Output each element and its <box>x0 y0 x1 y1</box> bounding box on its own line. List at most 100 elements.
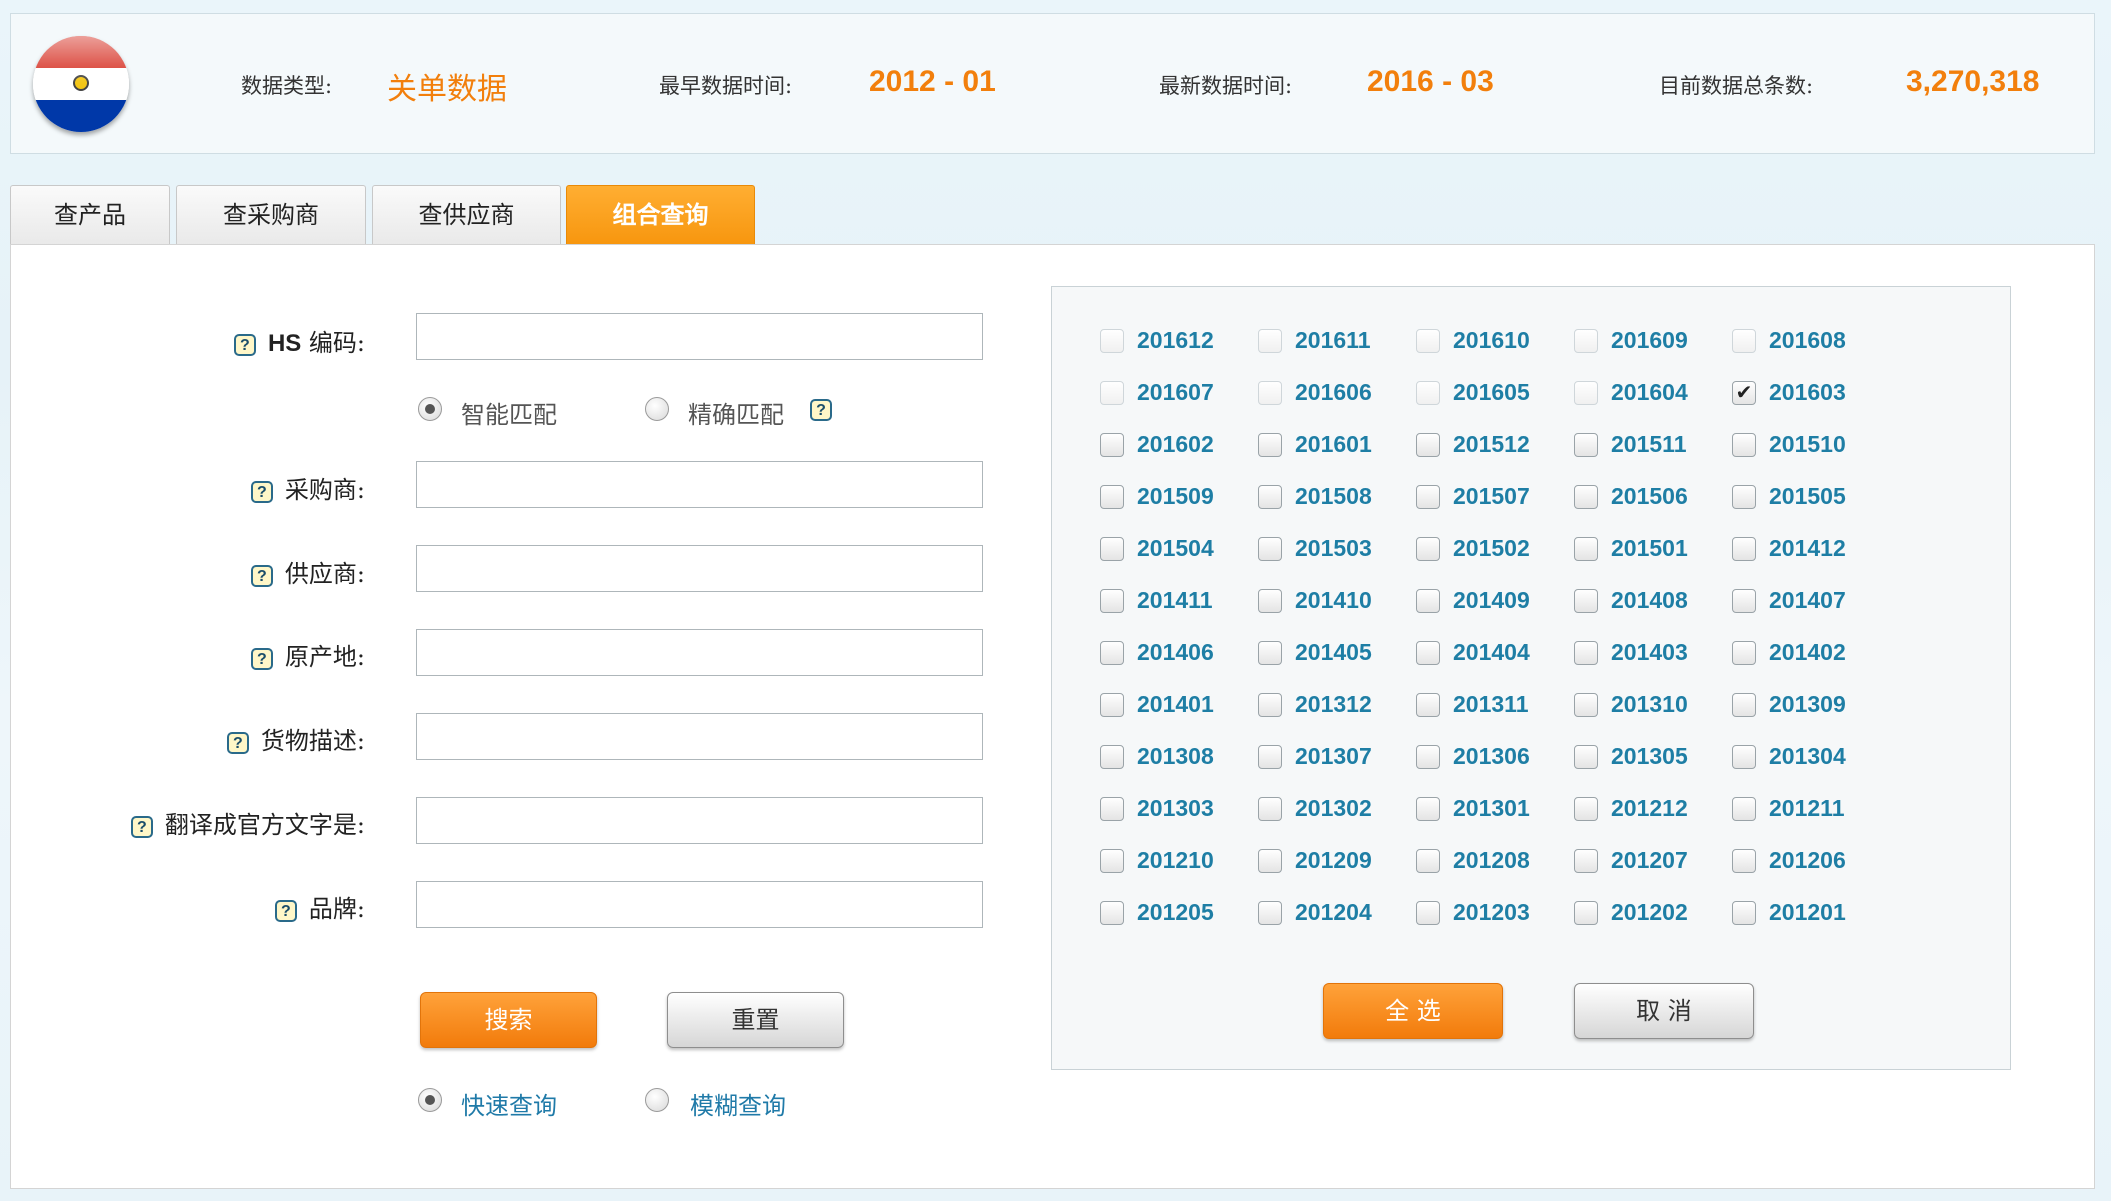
month-checkbox[interactable] <box>1574 485 1598 509</box>
month-checkbox[interactable] <box>1100 485 1124 509</box>
help-icon[interactable]: ? <box>250 480 273 503</box>
month-option[interactable]: 201209 <box>1258 847 1408 877</box>
month-checkbox[interactable] <box>1732 849 1756 873</box>
month-checkbox[interactable] <box>1258 589 1282 613</box>
month-option[interactable]: 201307 <box>1258 743 1408 773</box>
month-checkbox[interactable] <box>1732 537 1756 561</box>
month-option[interactable]: 201308 <box>1100 743 1250 773</box>
month-option[interactable]: 201201 <box>1732 899 1882 929</box>
supplier-input[interactable] <box>416 545 983 592</box>
help-icon[interactable]: ? <box>250 564 273 587</box>
month-option[interactable]: 201206 <box>1732 847 1882 877</box>
month-option[interactable]: 201302 <box>1258 795 1408 825</box>
month-option[interactable]: 201509 <box>1100 483 1250 513</box>
month-checkbox[interactable] <box>1100 329 1124 353</box>
month-checkbox[interactable] <box>1258 745 1282 769</box>
month-checkbox[interactable] <box>1574 745 1598 769</box>
month-option[interactable]: 201611 <box>1258 327 1408 357</box>
help-icon[interactable]: ? <box>226 731 249 754</box>
month-checkbox[interactable] <box>1100 797 1124 821</box>
month-checkbox[interactable] <box>1258 849 1282 873</box>
month-option[interactable]: 201402 <box>1732 639 1882 669</box>
month-checkbox[interactable] <box>1416 849 1440 873</box>
select-all-button[interactable]: 全 选 <box>1323 983 1503 1039</box>
month-checkbox[interactable] <box>1416 901 1440 925</box>
month-option[interactable]: 201508 <box>1258 483 1408 513</box>
month-checkbox[interactable] <box>1416 693 1440 717</box>
month-option[interactable]: 201504 <box>1100 535 1250 565</box>
month-checkbox[interactable] <box>1732 693 1756 717</box>
month-option[interactable]: 201604 <box>1574 379 1724 409</box>
month-option[interactable]: ✔ 201603 <box>1732 379 1882 409</box>
month-checkbox[interactable] <box>1100 745 1124 769</box>
month-option[interactable]: 201203 <box>1416 899 1566 929</box>
month-option[interactable]: 201506 <box>1574 483 1724 513</box>
month-checkbox[interactable] <box>1258 797 1282 821</box>
month-option[interactable]: 201610 <box>1416 327 1566 357</box>
month-checkbox[interactable] <box>1100 901 1124 925</box>
fast-query-radio[interactable] <box>418 1088 442 1112</box>
month-option[interactable]: 201511 <box>1574 431 1724 461</box>
month-checkbox[interactable] <box>1258 641 1282 665</box>
month-option[interactable]: 201501 <box>1574 535 1724 565</box>
hs-code-input[interactable] <box>416 313 983 360</box>
month-checkbox[interactable] <box>1100 693 1124 717</box>
reset-button[interactable]: 重置 <box>667 992 844 1048</box>
month-option[interactable]: 201303 <box>1100 795 1250 825</box>
month-checkbox[interactable] <box>1732 641 1756 665</box>
month-checkbox[interactable] <box>1416 797 1440 821</box>
month-checkbox[interactable] <box>1416 329 1440 353</box>
month-option[interactable]: 201412 <box>1732 535 1882 565</box>
month-option[interactable]: 201310 <box>1574 691 1724 721</box>
month-checkbox[interactable] <box>1100 641 1124 665</box>
month-option[interactable]: 201311 <box>1416 691 1566 721</box>
month-checkbox[interactable] <box>1416 381 1440 405</box>
month-checkbox[interactable] <box>1732 901 1756 925</box>
month-checkbox[interactable] <box>1416 537 1440 561</box>
origin-input[interactable] <box>416 629 983 676</box>
month-option[interactable]: 201406 <box>1100 639 1250 669</box>
fuzzy-query-radio[interactable] <box>645 1088 669 1112</box>
month-option[interactable]: 201507 <box>1416 483 1566 513</box>
month-option[interactable]: 201210 <box>1100 847 1250 877</box>
month-option[interactable]: 201202 <box>1574 899 1724 929</box>
help-icon[interactable]: ? <box>130 815 153 838</box>
month-option[interactable]: 201305 <box>1574 743 1724 773</box>
month-checkbox[interactable] <box>1574 797 1598 821</box>
month-checkbox[interactable] <box>1416 745 1440 769</box>
month-checkbox[interactable] <box>1574 693 1598 717</box>
month-option[interactable]: 201407 <box>1732 587 1882 617</box>
month-option[interactable]: 201602 <box>1100 431 1250 461</box>
month-option[interactable]: 201606 <box>1258 379 1408 409</box>
month-checkbox[interactable] <box>1574 641 1598 665</box>
month-checkbox[interactable] <box>1574 589 1598 613</box>
month-checkbox[interactable] <box>1100 433 1124 457</box>
month-option[interactable]: 201503 <box>1258 535 1408 565</box>
month-option[interactable]: 201405 <box>1258 639 1408 669</box>
month-checkbox[interactable] <box>1258 485 1282 509</box>
month-checkbox[interactable] <box>1416 485 1440 509</box>
month-checkbox[interactable] <box>1574 849 1598 873</box>
month-checkbox[interactable] <box>1258 329 1282 353</box>
month-option[interactable]: 201401 <box>1100 691 1250 721</box>
month-checkbox[interactable] <box>1258 381 1282 405</box>
buyer-input[interactable] <box>416 461 983 508</box>
month-option[interactable]: 201208 <box>1416 847 1566 877</box>
month-checkbox[interactable] <box>1416 589 1440 613</box>
month-option[interactable]: 201601 <box>1258 431 1408 461</box>
month-option[interactable]: 201212 <box>1574 795 1724 825</box>
month-option[interactable]: 201309 <box>1732 691 1882 721</box>
help-icon[interactable]: ? <box>274 899 297 922</box>
month-option[interactable]: 201607 <box>1100 379 1250 409</box>
month-option[interactable]: 201304 <box>1732 743 1882 773</box>
month-option[interactable]: 201403 <box>1574 639 1724 669</box>
month-option[interactable]: 201301 <box>1416 795 1566 825</box>
month-option[interactable]: 201312 <box>1258 691 1408 721</box>
month-checkbox[interactable] <box>1258 901 1282 925</box>
month-checkbox[interactable] <box>1732 433 1756 457</box>
tab-buyers[interactable]: 查采购商 <box>176 185 366 245</box>
month-checkbox[interactable] <box>1416 433 1440 457</box>
month-checkbox[interactable] <box>1574 433 1598 457</box>
translation-input[interactable] <box>416 797 983 844</box>
month-checkbox[interactable] <box>1732 329 1756 353</box>
